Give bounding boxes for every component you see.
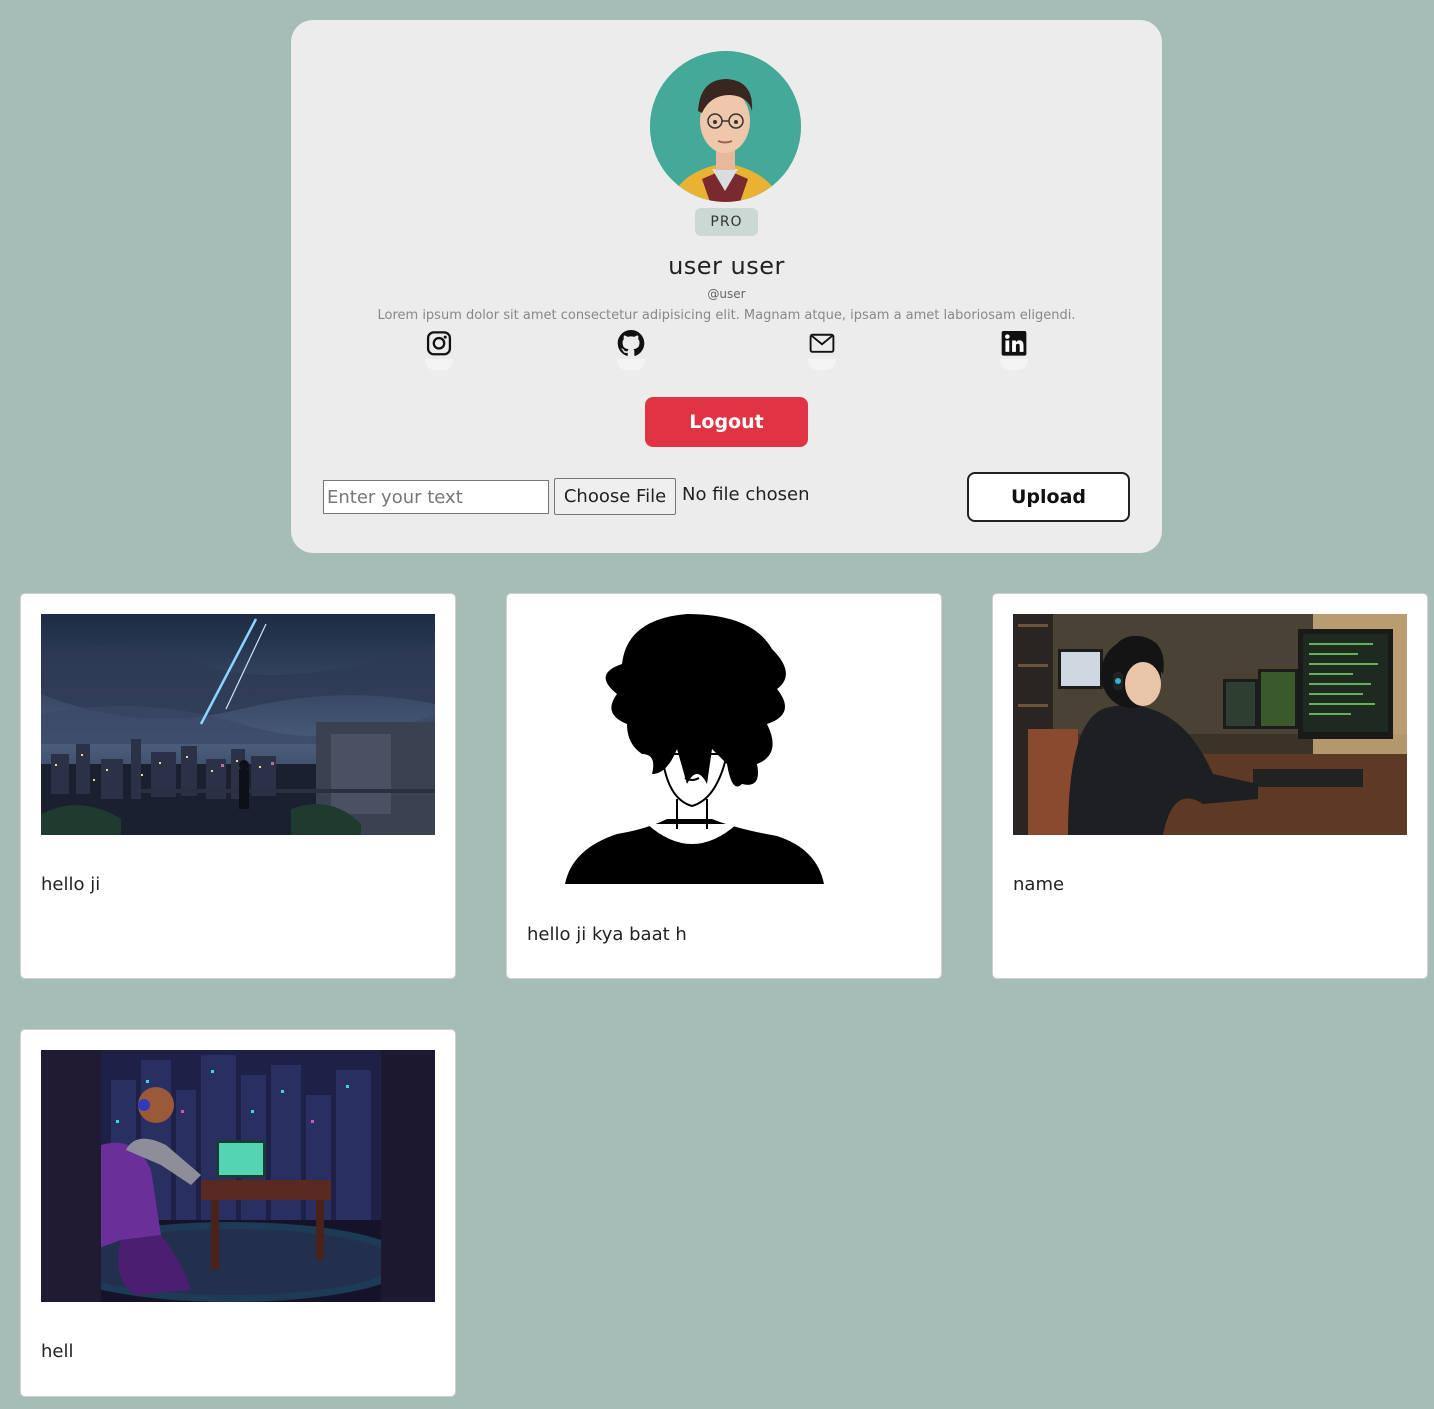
choose-file-button[interactable]: Choose File bbox=[554, 478, 676, 515]
post-card[interactable]: hello ji kya baat h bbox=[506, 593, 942, 979]
post-caption: name bbox=[1013, 874, 1065, 895]
linkedin-link-shadow bbox=[1000, 358, 1028, 370]
post-image-night-city bbox=[41, 614, 435, 835]
instagram-link[interactable] bbox=[425, 330, 453, 370]
post-card[interactable]: name bbox=[992, 593, 1428, 979]
mail-link[interactable] bbox=[808, 330, 836, 370]
post-card[interactable]: hello ji bbox=[20, 593, 456, 979]
profile-card: PRO user user @user Lorem ipsum dolor si… bbox=[291, 20, 1162, 553]
github-link-shadow bbox=[617, 358, 645, 370]
post-caption: hello ji kya baat h bbox=[527, 924, 687, 945]
post-image-boy-at-computer bbox=[1013, 614, 1407, 835]
post-caption: hell bbox=[41, 1341, 74, 1362]
user-name: user user bbox=[668, 252, 785, 280]
user-bio: Lorem ipsum dolor sit amet consectetur a… bbox=[377, 308, 1076, 323]
pro-badge: PRO bbox=[695, 208, 758, 236]
upload-button[interactable]: Upload bbox=[967, 472, 1130, 522]
post-caption: hello ji bbox=[41, 874, 101, 895]
instagram-link-shadow bbox=[425, 358, 453, 370]
mail-icon bbox=[809, 333, 835, 353]
mail-link-shadow bbox=[808, 358, 836, 370]
instagram-icon bbox=[426, 331, 452, 356]
post-card[interactable]: hell bbox=[20, 1029, 456, 1397]
github-link[interactable] bbox=[617, 330, 645, 370]
post-image-anime-boy bbox=[527, 614, 921, 884]
avatar bbox=[650, 51, 801, 202]
file-status: No file chosen bbox=[682, 484, 810, 505]
github-icon bbox=[617, 330, 645, 356]
user-handle: @user bbox=[707, 287, 746, 301]
text-input[interactable] bbox=[323, 480, 549, 514]
linkedin-link[interactable] bbox=[1000, 330, 1028, 370]
logout-button[interactable]: Logout bbox=[645, 397, 808, 447]
post-image-gamer-room bbox=[41, 1050, 435, 1302]
linkedin-icon bbox=[1001, 330, 1027, 356]
